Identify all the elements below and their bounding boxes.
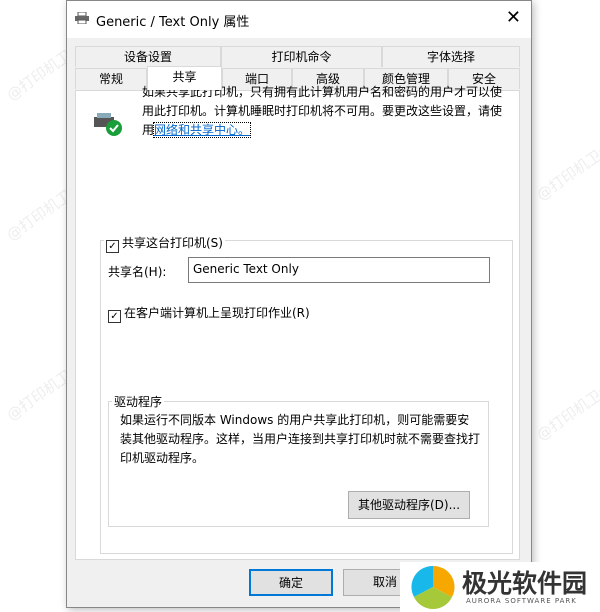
render-jobs-checkbox[interactable]: ✓ 在客户端计算机上呈现打印作业(R)	[108, 304, 310, 323]
watermark: @打印机卫士	[533, 377, 600, 445]
logo-name: 极光软件园	[462, 569, 588, 598]
close-button[interactable]: ✕	[506, 7, 521, 28]
tab-printer-commands[interactable]: 打印机命令	[221, 46, 382, 67]
tab-sharing[interactable]: 共享	[147, 66, 222, 90]
aurora-logo-icon	[411, 565, 455, 610]
checkbox-icon: ✓	[106, 240, 119, 253]
sharing-info: 如果共享此打印机，只有拥有此计算机用户名和密码的用户才可以使用此打印机。计算机睡…	[142, 83, 512, 140]
tab-device-settings[interactable]: 设备设置	[75, 46, 221, 67]
share-printer-checkbox[interactable]: ✓ 共享这台打印机(S)	[104, 234, 225, 253]
ok-button[interactable]: 确定	[249, 569, 333, 596]
network-sharing-center-link[interactable]: 网络和共享中心。	[153, 122, 252, 138]
shared-printer-icon	[94, 113, 122, 136]
aurora-logo: 极光软件园 AURORA SOFTWARE PARK	[400, 562, 600, 612]
properties-dialog: Generic / Text Only 属性 ✕ 设备设置 打印机命令 字体选择…	[66, 0, 532, 608]
sharing-panel: 如果共享此打印机，只有拥有此计算机用户名和密码的用户才可以使用此打印机。计算机睡…	[75, 85, 520, 560]
printer-icon	[75, 12, 89, 24]
watermark: @打印机卫士	[533, 137, 600, 205]
share-name-input[interactable]: Generic Text Only	[188, 257, 490, 283]
title-bar: Generic / Text Only 属性 ✕	[67, 1, 531, 38]
checkbox-icon: ✓	[108, 310, 121, 323]
logo-subtitle: AURORA SOFTWARE PARK	[466, 597, 577, 605]
drivers-text: 如果运行不同版本 Windows 的用户共享此打印机，则可能需要安装其他驱动程序…	[120, 413, 481, 465]
tab-general[interactable]: 常规	[75, 68, 147, 89]
share-name-label: 共享名(H):	[108, 265, 167, 279]
drivers-title: 驱动程序	[112, 393, 165, 410]
additional-drivers-button[interactable]: 其他驱动程序(D)...	[348, 491, 470, 519]
dialog-title: Generic / Text Only 属性	[96, 15, 250, 30]
tab-font-selection[interactable]: 字体选择	[382, 46, 520, 67]
